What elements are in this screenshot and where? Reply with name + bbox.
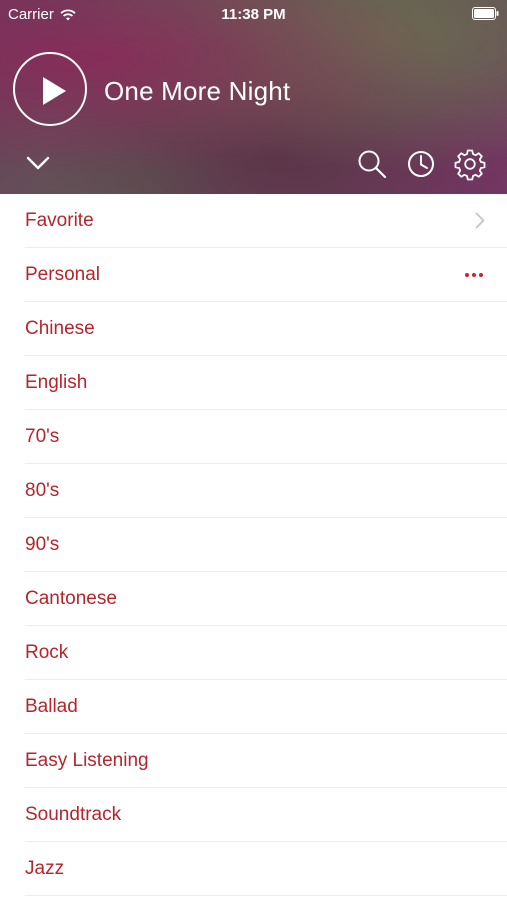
collapse-button[interactable] xyxy=(22,147,56,181)
gear-icon xyxy=(454,149,486,181)
play-icon xyxy=(43,77,66,105)
search-button[interactable] xyxy=(355,147,389,181)
channel-label: 90's xyxy=(25,534,60,555)
channel-item-80s[interactable]: 80's xyxy=(25,464,507,518)
channel-label: Rock xyxy=(25,642,69,663)
channel-label: Easy Listening xyxy=(25,750,149,771)
clock-icon xyxy=(408,151,434,177)
channel-item-90s[interactable]: 90's xyxy=(25,518,507,572)
battery-icon xyxy=(472,7,499,20)
channel-label: 70's xyxy=(25,426,60,447)
status-bar: Carrier 11:38 PM xyxy=(0,0,507,28)
chevron-down-icon xyxy=(26,156,50,170)
channel-item-ballad[interactable]: Ballad xyxy=(25,680,507,734)
channel-item-70s[interactable]: 70's xyxy=(25,410,507,464)
channel-label: Jazz xyxy=(25,858,65,879)
search-icon xyxy=(358,150,387,179)
channel-item-favorite[interactable]: Favorite xyxy=(25,194,507,248)
channel-item-english[interactable]: English xyxy=(25,356,507,410)
settings-button[interactable] xyxy=(453,147,487,181)
channel-item-rock[interactable]: Rock xyxy=(25,626,507,680)
channel-label: Chinese xyxy=(25,318,95,339)
channel-label: Personal xyxy=(25,264,100,285)
channel-item-jazz[interactable]: Jazz xyxy=(25,842,507,896)
more-icon[interactable] xyxy=(465,273,483,277)
channel-item-cantonese[interactable]: Cantonese xyxy=(25,572,507,626)
channel-item-soundtrack[interactable]: Soundtrack xyxy=(25,788,507,842)
player-header: Carrier 11:38 PM One More Night xyxy=(0,0,507,194)
history-button[interactable] xyxy=(404,147,438,181)
channel-list: Favorite Personal Chinese English 70's 8… xyxy=(0,194,507,896)
channel-item-personal[interactable]: Personal xyxy=(25,248,507,302)
channel-label: Ballad xyxy=(25,696,78,717)
channel-label: Favorite xyxy=(25,210,94,231)
status-time: 11:38 PM xyxy=(221,6,286,23)
channel-item-chinese[interactable]: Chinese xyxy=(25,302,507,356)
channel-item-easy-listening[interactable]: Easy Listening xyxy=(25,734,507,788)
play-button[interactable] xyxy=(13,52,87,126)
channel-label: English xyxy=(25,372,88,393)
channel-label: 80's xyxy=(25,480,60,501)
channel-label: Soundtrack xyxy=(25,804,122,825)
song-title: One More Night xyxy=(104,76,291,106)
channel-label: Cantonese xyxy=(25,588,117,609)
chevron-right-icon xyxy=(475,212,485,229)
